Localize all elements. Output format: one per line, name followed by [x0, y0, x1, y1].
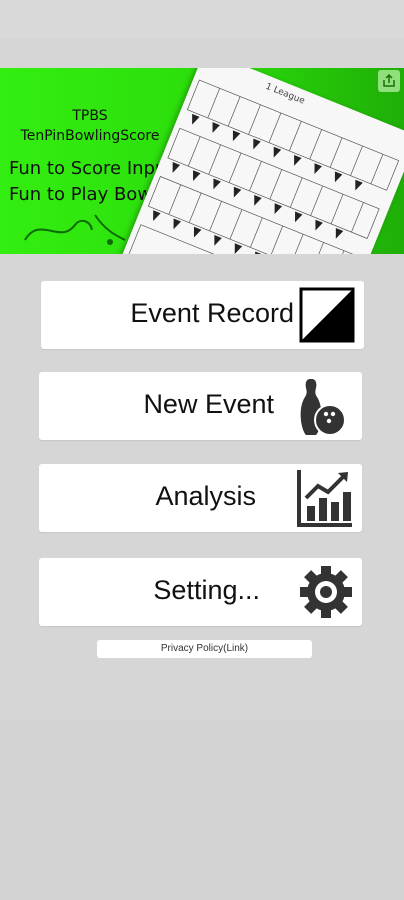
app-banner: TPBS TenPinBowlingScore Fun to Score Inp… [0, 68, 404, 254]
status-bar [0, 0, 404, 38]
share-icon [378, 70, 400, 92]
new-event-button[interactable]: New Event [39, 372, 362, 440]
gear-icon [300, 566, 352, 618]
event-record-label: Event Record [130, 298, 294, 328]
app-abbreviation: TPBS [72, 108, 108, 124]
swirl-decoration-icon [24, 214, 126, 245]
bottom-area [0, 720, 404, 900]
setting-label: Setting... [153, 575, 260, 605]
app-full-name: TenPinBowlingScore [20, 128, 160, 144]
new-event-label: New Event [143, 389, 274, 419]
setting-button[interactable]: Setting... [39, 558, 362, 626]
event-record-button[interactable]: Event Record [41, 281, 364, 349]
half-filled-square-icon [299, 287, 355, 343]
privacy-policy-link[interactable]: Privacy Policy(Link) [97, 640, 312, 658]
analysis-button[interactable]: Analysis [39, 464, 362, 532]
analysis-label: Analysis [155, 481, 256, 511]
bar-chart-trend-icon [297, 470, 352, 527]
bowling-pin-ball-icon [300, 379, 346, 436]
